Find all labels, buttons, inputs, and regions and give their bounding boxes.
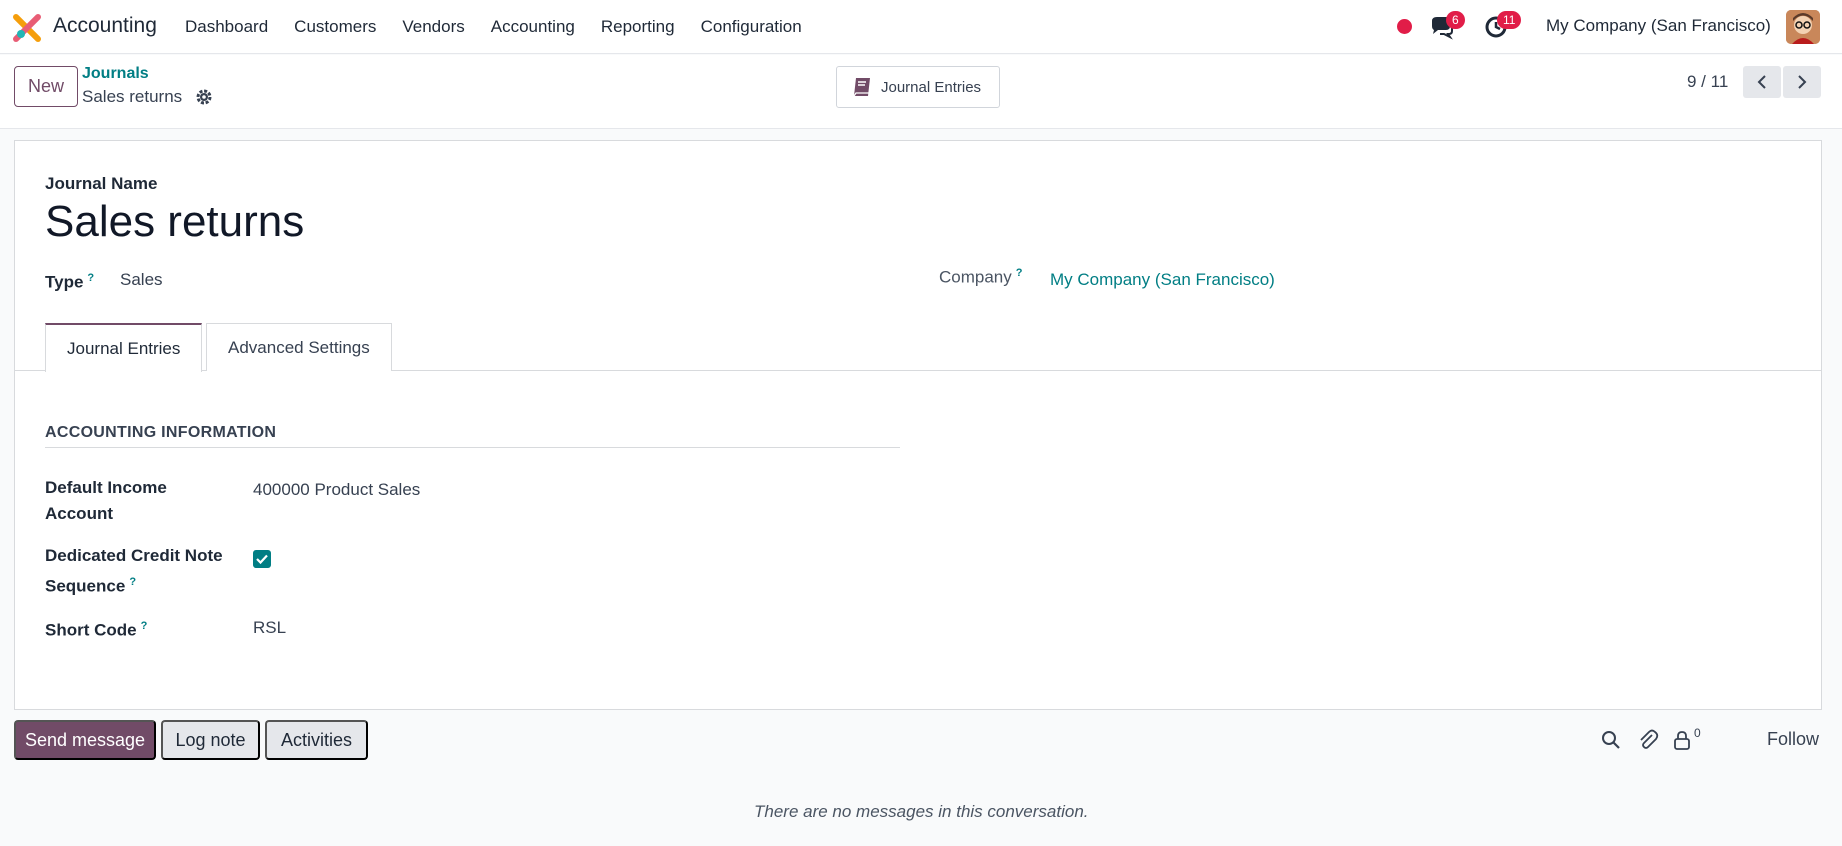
journal-name-field[interactable]: Sales returns: [45, 197, 304, 247]
book-icon: [853, 78, 870, 97]
accounting-app-logo-icon[interactable]: [13, 14, 41, 42]
credit-note-sequence-label: Dedicated Credit Note Sequence?: [45, 546, 223, 596]
default-income-account-label: Default Income Account: [45, 478, 167, 523]
credit-note-help-icon[interactable]: ?: [129, 576, 136, 588]
menu-item-configuration[interactable]: Configuration: [688, 17, 815, 37]
menu-item-dashboard[interactable]: Dashboard: [172, 17, 281, 37]
menu-item-vendors[interactable]: Vendors: [389, 17, 477, 37]
breadcrumb-current: Sales returns: [82, 87, 183, 106]
menu-item-customers[interactable]: Customers: [281, 17, 389, 37]
menu-item-accounting[interactable]: Accounting: [478, 17, 588, 37]
chevron-left-icon: [1757, 75, 1766, 89]
breadcrumb-journals[interactable]: Journals: [82, 65, 149, 83]
tab-journal-entries[interactable]: Journal Entries: [45, 323, 203, 372]
section-divider: [45, 447, 900, 448]
chevron-right-icon: [1798, 75, 1807, 89]
short-code-label: Short Code?: [45, 620, 148, 640]
follow-button[interactable]: Follow: [1767, 729, 1819, 750]
activities-badge: 11: [1497, 11, 1522, 29]
top-navbar: Accounting Dashboard Customers Vendors A…: [0, 0, 1842, 54]
type-field[interactable]: Sales: [120, 270, 163, 290]
user-avatar-icon: [1786, 10, 1820, 44]
journal-entries-smart-button[interactable]: Journal Entries: [836, 66, 1000, 108]
journal-name-label: Journal Name: [45, 174, 158, 193]
company-help-icon[interactable]: ?: [1016, 267, 1023, 279]
type-help-icon[interactable]: ?: [87, 272, 94, 284]
smart-button-label: Journal Entries: [881, 78, 982, 96]
activities-button[interactable]: Activities: [265, 720, 368, 760]
messages-badge: 6: [1446, 11, 1465, 29]
app-name[interactable]: Accounting: [53, 14, 157, 38]
log-note-button[interactable]: Log note: [161, 720, 260, 760]
recording-indicator-icon[interactable]: [1397, 19, 1412, 34]
followers-count: 0: [1694, 726, 1701, 740]
tab-advanced-settings[interactable]: Advanced Settings: [206, 323, 392, 371]
paperclip-icon[interactable]: [1637, 729, 1659, 751]
pager-value[interactable]: 9 / 11: [1687, 72, 1728, 92]
followers-lock-icon[interactable]: [1671, 729, 1693, 751]
gear-icon[interactable]: [195, 88, 213, 106]
type-label: Type?: [45, 272, 95, 292]
short-code-help-icon[interactable]: ?: [141, 620, 148, 632]
pager-next-button[interactable]: [1783, 66, 1821, 98]
user-avatar[interactable]: [1786, 10, 1820, 44]
main-menu: Dashboard Customers Vendors Accounting R…: [172, 0, 815, 54]
company-label: Company?: [939, 267, 1023, 287]
menu-item-reporting[interactable]: Reporting: [588, 17, 688, 37]
form-sheet: Journal Name Sales returns Type? Sales C…: [14, 140, 1822, 710]
company-field[interactable]: My Company (San Francisco): [1050, 270, 1275, 290]
company-switcher[interactable]: My Company (San Francisco): [1546, 16, 1771, 36]
accounting-information-title: ACCOUNTING INFORMATION: [45, 424, 277, 441]
pager-previous-button[interactable]: [1743, 66, 1781, 98]
send-message-button[interactable]: Send message: [14, 720, 156, 760]
new-button[interactable]: New: [14, 66, 78, 107]
default-income-account-field[interactable]: 400000 Product Sales: [253, 480, 420, 500]
control-panel: New Journals Sales returns Journal Entri…: [0, 55, 1842, 129]
search-icon[interactable]: [1600, 729, 1622, 751]
empty-conversation-message: There are no messages in this conversati…: [754, 802, 1089, 821]
credit-note-sequence-checkbox[interactable]: [253, 550, 271, 568]
short-code-field[interactable]: RSL: [253, 618, 286, 638]
notebook-tabs: Journal Entries Advanced Settings: [15, 323, 1821, 372]
check-icon: [256, 554, 268, 565]
